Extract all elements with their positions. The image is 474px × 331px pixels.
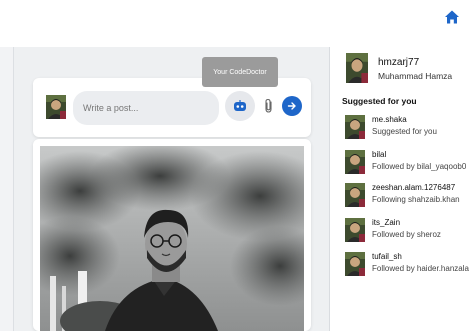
suggestion-subtitle: Followed by sheroz — [372, 230, 441, 239]
avatar — [345, 115, 365, 139]
profile-full-name: Muhammad Hamza — [378, 71, 453, 81]
suggestion-username[interactable]: zeeshan.alam.1276487 — [372, 183, 455, 192]
post-input[interactable] — [73, 91, 219, 125]
send-button[interactable] — [282, 96, 302, 116]
home-icon[interactable] — [444, 9, 460, 25]
avatar — [345, 252, 365, 276]
suggestion-username[interactable]: me.shaka — [372, 115, 407, 124]
profile-username[interactable]: hmzarj77 — [378, 57, 419, 68]
suggestion-subtitle: Followed by bilal_yaqoob0 — [372, 162, 467, 171]
suggestion-username[interactable]: bilal — [372, 150, 386, 159]
avatar — [345, 150, 365, 174]
top-navbar — [0, 0, 474, 47]
left-sidebar — [0, 47, 14, 331]
suggestion-item[interactable]: bilal Followed by bilal_yaqoob0 — [342, 150, 474, 180]
avatar — [45, 95, 67, 119]
avatar — [345, 183, 365, 207]
suggestion-subtitle: Followed by haider.hanzala — [372, 264, 469, 273]
post-card — [33, 139, 311, 331]
suggestion-item[interactable]: zeeshan.alam.1276487 Following shahzaib.… — [342, 183, 474, 213]
suggestion-username[interactable]: tufail_sh — [372, 252, 402, 261]
suggestion-item[interactable]: its_Zain Followed by sheroz — [342, 218, 474, 248]
suggestion-subtitle: Following shahzaib.khan — [372, 195, 460, 204]
post-image[interactable] — [40, 146, 304, 331]
robot-icon — [234, 100, 246, 111]
avatar[interactable] — [346, 53, 368, 83]
suggestion-subtitle: Suggested for you — [372, 127, 437, 136]
suggestions-heading: Suggested for you — [342, 96, 417, 106]
suggestion-username[interactable]: its_Zain — [372, 218, 400, 227]
avatar — [345, 218, 365, 242]
suggestion-item[interactable]: tufail_sh Followed by haider.hanzala — [342, 252, 474, 282]
suggestion-item[interactable]: me.shaka Suggested for you — [342, 115, 474, 145]
arrow-right-icon — [287, 102, 296, 110]
paperclip-icon[interactable] — [262, 98, 276, 114]
ai-assistant-button[interactable] — [225, 91, 255, 121]
ai-tooltip: Your CodeDoctor — [202, 57, 278, 87]
